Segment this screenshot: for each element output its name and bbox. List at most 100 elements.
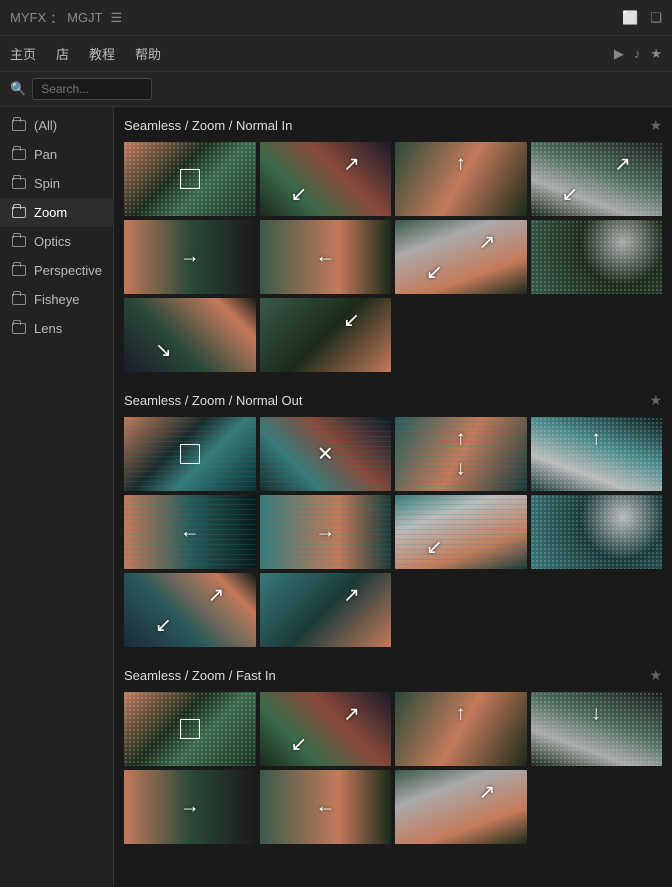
ne-arrow-2: ↗: [343, 583, 360, 608]
folder-icon: [12, 294, 26, 305]
folder-icon: [12, 120, 26, 131]
section-star-normal-out[interactable]: ★: [649, 392, 662, 409]
folder-icon: [12, 323, 26, 334]
ne-arrow: ↗: [479, 230, 496, 255]
section-header-normal-in: Seamless / Zoom / Normal In ★: [124, 117, 662, 134]
folder-icon: [12, 265, 26, 276]
ne-arrow: ↗: [208, 583, 225, 608]
thumb-ni-2[interactable]: ↗ ↙: [260, 142, 392, 216]
thumb-ni-9[interactable]: ↘: [124, 298, 256, 372]
expand-arrow: ↗: [343, 702, 360, 727]
sound-icon[interactable]: ♪: [634, 46, 641, 61]
section-title-normal-in: Seamless / Zoom / Normal In: [124, 118, 292, 133]
search-icon: 🔍: [10, 81, 26, 97]
sidebar-label-perspective: Perspective: [34, 263, 102, 278]
main-layout: (All) Pan Spin Zoom Optics Perspective F…: [0, 107, 672, 887]
sidebar-item-zoom[interactable]: Zoom: [0, 198, 113, 227]
nav-home[interactable]: 主页: [10, 44, 36, 63]
sidebar-label-pan: Pan: [34, 147, 57, 162]
thumb-fi-3[interactable]: ↑: [395, 692, 527, 766]
window-icon-1[interactable]: ⬜: [622, 10, 638, 26]
thumb-no-2[interactable]: ✕: [260, 417, 392, 491]
sidebar: (All) Pan Spin Zoom Optics Perspective F…: [0, 107, 114, 887]
brand-mgjt: MGJT: [67, 10, 102, 25]
nav-shop[interactable]: 店: [56, 44, 69, 63]
star-nav-icon[interactable]: ★: [650, 46, 662, 62]
stripe-overlay: [395, 495, 527, 569]
right-arrow: →: [315, 520, 335, 543]
thumb-no-9[interactable]: ↗ ↙: [124, 573, 256, 647]
grid-fast-in: ↗ ↙ ↑ ↓ → ← ↗: [124, 692, 662, 844]
sidebar-label-optics: Optics: [34, 234, 71, 249]
thumb-fi-5[interactable]: →: [124, 770, 256, 844]
play-icon[interactable]: ▶: [614, 46, 624, 62]
sidebar-item-spin[interactable]: Spin: [0, 169, 113, 198]
brand-myfx: MYFX: [10, 10, 46, 25]
sidebar-item-lens[interactable]: Lens: [0, 314, 113, 343]
section-title-fast-in: Seamless / Zoom / Fast In: [124, 668, 276, 683]
thumb-fi-2[interactable]: ↗ ↙: [260, 692, 392, 766]
thumb-no-10[interactable]: ↗: [260, 573, 392, 647]
section-star-fast-in[interactable]: ★: [649, 667, 662, 684]
sidebar-label-zoom: Zoom: [34, 205, 67, 220]
up-arrow: ↑: [456, 153, 466, 176]
dot-overlay: [531, 495, 663, 569]
brand-sep: ：: [50, 8, 63, 27]
thumb-fi-1[interactable]: [124, 692, 256, 766]
thumb-ni-10[interactable]: ↙: [260, 298, 392, 372]
sidebar-item-fisheye[interactable]: Fisheye: [0, 285, 113, 314]
search-bar: 🔍: [0, 72, 672, 107]
thumb-ni-4[interactable]: ↗ ↙: [531, 142, 663, 216]
nav-tutorial[interactable]: 教程: [89, 44, 115, 63]
thumb-no-4[interactable]: ↑: [531, 417, 663, 491]
thumb-no-3[interactable]: ↑ ↓: [395, 417, 527, 491]
thumb-no-1[interactable]: [124, 417, 256, 491]
section-normal-out: Seamless / Zoom / Normal Out ★ ✕ ↑ ↓: [124, 392, 662, 647]
thumb-ni-1[interactable]: [124, 142, 256, 216]
thumb-ni-6[interactable]: ←: [260, 220, 392, 294]
brand: MYFX ： MGJT: [10, 8, 103, 27]
thumb-ni-8[interactable]: [531, 220, 663, 294]
thumb-ni-7[interactable]: ↗ ↙: [395, 220, 527, 294]
thumb-no-8[interactable]: [531, 495, 663, 569]
thumb-fi-4[interactable]: ↓: [531, 692, 663, 766]
grid-normal-out: ✕ ↑ ↓ ↑ ← →: [124, 417, 662, 647]
expand-arrow: ↗: [614, 152, 631, 177]
thumb-no-7[interactable]: ↙: [395, 495, 527, 569]
section-star-normal-in[interactable]: ★: [649, 117, 662, 134]
nav-help[interactable]: 帮助: [135, 44, 161, 63]
menu-icon[interactable]: ☰: [111, 10, 123, 26]
thumb-no-6[interactable]: →: [260, 495, 392, 569]
up-arrow: ↑: [591, 428, 601, 451]
left-arrow: ←: [315, 245, 335, 268]
folder-icon: [12, 236, 26, 247]
left-arrow: ←: [315, 795, 335, 818]
sidebar-item-pan[interactable]: Pan: [0, 140, 113, 169]
sidebar-item-optics[interactable]: Optics: [0, 227, 113, 256]
thumb-fi-6[interactable]: ←: [260, 770, 392, 844]
sidebar-item-all[interactable]: (All): [0, 111, 113, 140]
nw-arrow: ↙: [343, 308, 360, 333]
grid-normal-in: ↗ ↙ ↑ ↗ ↙ → ← ↗: [124, 142, 662, 372]
thumb-ni-3[interactable]: ↑: [395, 142, 527, 216]
thumb-no-5[interactable]: ←: [124, 495, 256, 569]
contract-center: ✕: [317, 441, 334, 466]
sidebar-item-perspective[interactable]: Perspective: [0, 256, 113, 285]
thumb-ni-5[interactable]: →: [124, 220, 256, 294]
search-input[interactable]: [32, 78, 152, 100]
nav-bar: 主页 店 教程 帮助 ▶ ♪ ★: [0, 36, 672, 72]
left-arrow: ←: [180, 520, 200, 543]
window-icon-2[interactable]: ❑: [650, 10, 662, 26]
up-arrow: ↑: [456, 428, 466, 451]
contract-arrow: ↙: [562, 181, 579, 206]
thumb-fi-7[interactable]: ↗: [395, 770, 527, 844]
rect-overlay: [180, 169, 200, 189]
contract-arrow: ↙: [291, 181, 308, 206]
sw-arrow: ↙: [426, 259, 443, 284]
section-fast-in: Seamless / Zoom / Fast In ★ ↗ ↙ ↑: [124, 667, 662, 844]
sidebar-label-spin: Spin: [34, 176, 60, 191]
sw-arrow: ↙: [426, 534, 443, 559]
sidebar-label-lens: Lens: [34, 321, 62, 336]
sidebar-label-fisheye: Fisheye: [34, 292, 80, 307]
contract-arrow: ↙: [291, 731, 308, 756]
